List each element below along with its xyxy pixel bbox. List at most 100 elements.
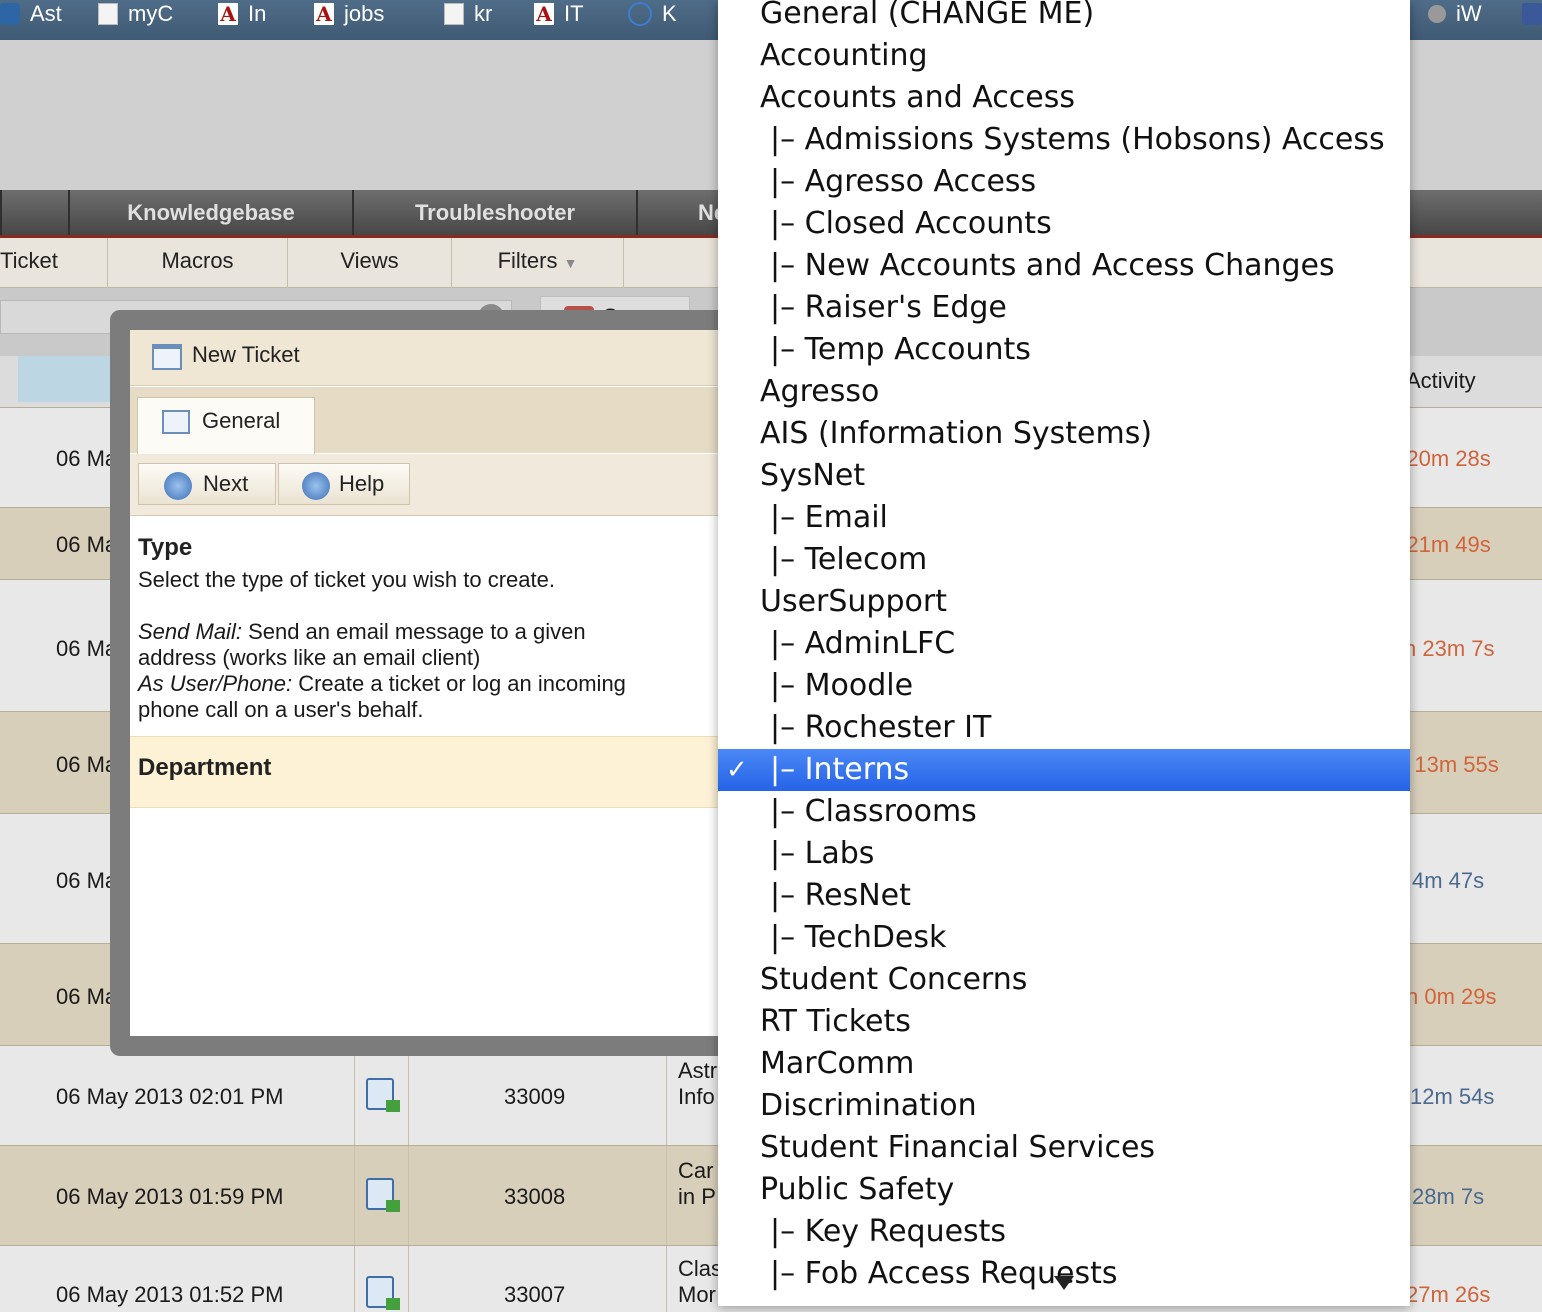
apple-icon — [1428, 5, 1446, 23]
dropdown-option[interactable]: |– Key Requests — [718, 1211, 1410, 1253]
column-divider — [408, 1246, 409, 1312]
dropdown-option[interactable]: |– Moodle — [718, 665, 1410, 707]
dropdown-option-label: |– Temp Accounts — [770, 332, 1031, 367]
dropdown-option-label: General (CHANGE ME) — [760, 0, 1095, 31]
dropdown-option[interactable]: RT Tickets — [718, 1001, 1410, 1043]
dropdown-option[interactable]: ✓ |– Interns — [718, 749, 1410, 791]
dropdown-option[interactable]: Accounting — [718, 35, 1410, 77]
row-date: 06 May 2013 01:59 PM — [56, 1184, 284, 1209]
column-divider — [408, 1046, 409, 1145]
dropdown-option-label: |– Key Requests — [770, 1214, 1007, 1249]
dropdown-option[interactable]: MarComm — [718, 1043, 1410, 1085]
dropdown-option[interactable]: |– Classrooms — [718, 791, 1410, 833]
dropdown-option-label: Public Safety — [760, 1172, 955, 1207]
bookmark-it[interactable]: A IT — [534, 0, 584, 28]
next-arrow-icon — [164, 472, 192, 500]
dropdown-option[interactable]: |– Temp Accounts — [718, 329, 1410, 371]
as-user-text: Create a ticket or log an incoming — [292, 671, 626, 696]
bookmark-jobs[interactable]: Ajobs — [314, 0, 384, 28]
dropdown-option-label: RT Tickets — [760, 1004, 911, 1039]
a-logo-icon: A — [314, 3, 334, 25]
tab-filters-label: Filters — [497, 248, 558, 273]
department-dropdown-menu[interactable]: General (CHANGE ME) Accounting Accounts an… — [718, 0, 1410, 1306]
dropdown-option-label: |– Rochester IT — [770, 710, 992, 745]
dropdown-option-label: |– Classrooms — [770, 794, 977, 829]
bookmark-fb[interactable] — [1522, 0, 1542, 28]
bookmark-kr[interactable]: kr — [444, 0, 492, 28]
dropdown-option[interactable]: |– Email — [718, 497, 1410, 539]
row-last-activity: 28m 7s — [1412, 1184, 1485, 1209]
row-subject-line1[interactable]: Car — [678, 1158, 713, 1184]
dropdown-option[interactable]: |– Rochester IT — [718, 707, 1410, 749]
dropdown-option-label: SysNet — [760, 458, 866, 493]
bookmark-in[interactable]: A In — [218, 0, 266, 28]
dropdown-option[interactable]: Agresso — [718, 371, 1410, 413]
row-ticket-id[interactable]: 33007 — [504, 1282, 565, 1308]
tab-knowledgebase[interactable]: Knowledgebase — [68, 190, 352, 235]
dropdown-option-label: |– ResNet — [770, 878, 911, 913]
dropdown-option[interactable]: |– New Accounts and Access Changes — [718, 245, 1410, 287]
dropdown-option[interactable]: |– Closed Accounts — [718, 203, 1410, 245]
dropdown-option[interactable]: |– Admissions Systems (Hobsons) Access — [718, 119, 1410, 161]
chevron-down-icon: ▼ — [563, 255, 578, 271]
circle-logo-icon — [628, 2, 652, 26]
bookmark-k[interactable]: K — [628, 0, 677, 28]
scroll-down-arrow-icon[interactable] — [1054, 1276, 1074, 1290]
dropdown-option[interactable]: |– Agresso Access — [718, 161, 1410, 203]
sorted-column-indicator — [18, 356, 110, 402]
page-icon — [98, 3, 118, 25]
row-subject-line2[interactable]: in P — [678, 1184, 716, 1210]
dropdown-option-label: Accounts and Access — [760, 80, 1075, 115]
dropdown-option[interactable]: Discrimination — [718, 1085, 1410, 1127]
dropdown-option[interactable]: SysNet — [718, 455, 1410, 497]
dropdown-option[interactable]: |– Raiser's Edge — [718, 287, 1410, 329]
row-subject-line2[interactable]: Mor — [678, 1282, 716, 1308]
dropdown-option[interactable]: Public Safety — [718, 1169, 1410, 1211]
dropdown-option-label: |– Email — [770, 500, 888, 535]
dropdown-option-label: |– Interns — [770, 752, 910, 787]
tab-filters[interactable]: Filters ▼ — [452, 238, 624, 288]
tab-general-label: General — [202, 408, 281, 433]
dropdown-option-label: |– Labs — [770, 836, 875, 871]
dropdown-option[interactable]: |– TechDesk — [718, 917, 1410, 959]
as-user-description-cont: phone call on a user's behalf. — [138, 697, 424, 722]
row-ticket-id[interactable]: 33009 — [504, 1084, 565, 1110]
ticket-document-icon — [366, 1276, 400, 1310]
dropdown-option[interactable]: |– Telecom — [718, 539, 1410, 581]
tab-macros[interactable]: Macros — [108, 238, 288, 288]
column-divider — [354, 1146, 355, 1245]
bookmark-ast[interactable]: Ast — [0, 0, 62, 28]
tab-new-ticket[interactable]: Ticket — [0, 238, 108, 288]
dropdown-option[interactable]: General (CHANGE ME) — [718, 0, 1410, 35]
bookmark-myc[interactable]: myC — [98, 0, 173, 28]
row-subject-line1[interactable]: Astr — [678, 1058, 717, 1084]
tab-home[interactable] — [0, 190, 68, 235]
dropdown-option[interactable]: |– ResNet — [718, 875, 1410, 917]
dropdown-option[interactable]: Student Concerns — [718, 959, 1410, 1001]
dropdown-option[interactable]: Student Financial Services — [718, 1127, 1410, 1169]
as-user-description: As User/Phone: Create a ticket or log an… — [138, 671, 626, 697]
tab-troubleshooter[interactable]: Troubleshooter — [352, 190, 636, 235]
send-mail-text: Send an email message to a given — [241, 619, 586, 644]
dropdown-option-label: |– Admissions Systems (Hobsons) Access — [770, 122, 1385, 157]
window-icon — [152, 344, 182, 370]
tab-views[interactable]: Views — [288, 238, 452, 288]
ticket-document-icon — [366, 1078, 400, 1112]
dropdown-option[interactable]: |– Labs — [718, 833, 1410, 875]
bookmark-iw[interactable]: iW — [1428, 0, 1482, 28]
row-subject-line1[interactable]: Clas — [678, 1256, 722, 1282]
dropdown-option[interactable]: Accounts and Access — [718, 77, 1410, 119]
column-divider — [354, 1046, 355, 1145]
row-last-activity: 12m 54s — [1410, 1084, 1495, 1109]
dropdown-option-label: |– Telecom — [770, 542, 928, 577]
row-last-activity: h 0m 29s — [1406, 984, 1497, 1009]
next-button[interactable]: Next — [138, 463, 276, 505]
row-subject-line2[interactable]: Info — [678, 1084, 715, 1110]
dropdown-option[interactable]: |– AdminLFC — [718, 623, 1410, 665]
help-button[interactable]: Help — [278, 463, 410, 505]
department-label: Department — [138, 754, 272, 781]
facebook-icon — [1522, 3, 1542, 25]
dropdown-option[interactable]: UserSupport — [718, 581, 1410, 623]
dropdown-option[interactable]: AIS (Information Systems) — [718, 413, 1410, 455]
row-ticket-id[interactable]: 33008 — [504, 1184, 565, 1210]
